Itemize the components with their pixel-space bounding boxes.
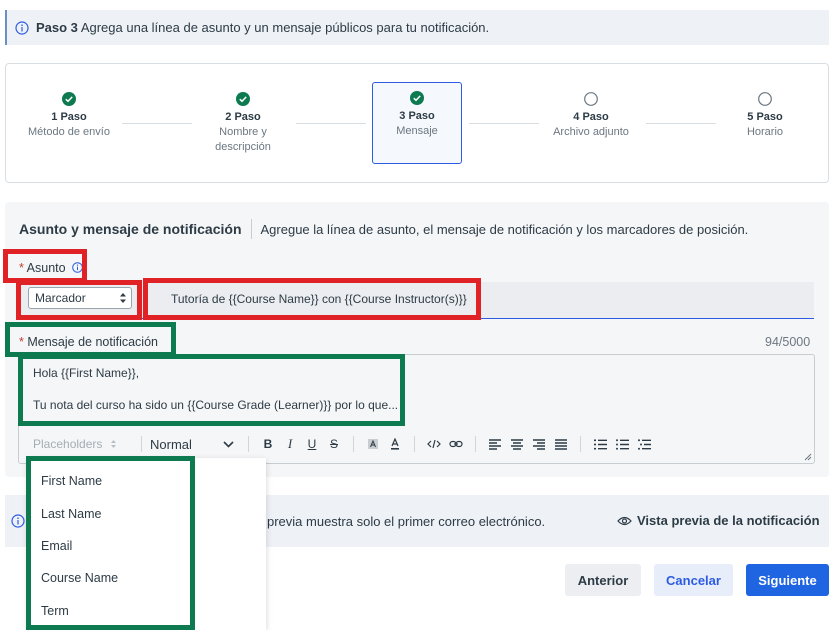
step-2[interactable]: 2 Paso Nombre y descripción — [198, 84, 288, 155]
step-5[interactable]: 5 Paso Horario — [720, 84, 810, 140]
italic-button[interactable]: I — [279, 434, 301, 454]
select-arrows-icon — [111, 440, 117, 448]
preview-notification-link[interactable]: Vista previa de la notificación — [617, 513, 820, 528]
ordered-list-icon — [593, 439, 607, 449]
dropdown-item-course-name[interactable]: Course Name — [41, 571, 118, 585]
eye-icon — [617, 516, 632, 525]
code-icon — [427, 439, 441, 449]
step-number: 1 Paso — [51, 111, 87, 123]
section-title: Asunto y mensaje de notificación — [19, 221, 242, 237]
format-select[interactable]: Normal — [150, 437, 240, 452]
align-right-icon — [533, 438, 545, 450]
info-icon — [15, 20, 29, 35]
message-editor[interactable]: Hola {{First Name}}, Tu nota del curso h… — [18, 354, 815, 464]
align-left-icon — [489, 438, 501, 450]
dropdown-item-term[interactable]: Term — [41, 604, 69, 618]
section-description: Agregue la línea de asunto, el mensaje d… — [260, 221, 749, 237]
cancel-button[interactable]: Cancelar — [654, 564, 733, 596]
section-header: Asunto y mensaje de notificación Agregue… — [19, 219, 748, 239]
message-line: Hola {{First Name}}, — [33, 366, 140, 380]
list-indent-icon — [637, 438, 651, 450]
dropdown-item-email[interactable]: Email — [41, 539, 72, 553]
step-connector — [646, 123, 716, 124]
toolbar-divider — [353, 436, 354, 452]
check-circle-icon — [410, 91, 424, 105]
step-connector — [122, 123, 192, 124]
marker-select[interactable]: Marcador — [28, 287, 132, 309]
step-connector — [296, 123, 366, 124]
indent-list-button[interactable] — [633, 434, 655, 454]
divider — [250, 219, 252, 239]
step-label: Nombre y descripción — [215, 126, 271, 153]
step-connector — [469, 123, 539, 124]
info-icon — [11, 514, 25, 528]
editor-toolbar: Placeholders Normal B I U S — [33, 433, 655, 455]
dropdown-item-last-name[interactable]: Last Name — [41, 507, 101, 521]
subject-input[interactable]: Tutoría de {{Course Name}} con {{Course … — [163, 286, 478, 312]
message-line: Tu nota del curso ha sido un {{Course Gr… — [33, 398, 399, 412]
placeholder-dropdown: First Name Last Name Email Course Name T… — [28, 458, 266, 630]
step-1[interactable]: 1 Paso Método de envío — [24, 84, 114, 140]
select-arrows-icon — [120, 293, 126, 303]
align-right-button[interactable] — [528, 434, 550, 454]
empty-circle-icon — [758, 92, 772, 106]
check-circle-icon — [236, 92, 250, 106]
message-label: * Mensaje de notificación — [19, 335, 158, 349]
step-3[interactable]: 3 Paso Mensaje — [372, 82, 462, 164]
background-color-button[interactable] — [362, 434, 384, 454]
previous-button[interactable]: Anterior — [565, 564, 641, 596]
stepper: 1 Paso Método de envío 2 Paso Nombre y d… — [5, 63, 829, 183]
toolbar-divider — [248, 436, 249, 452]
info-icon[interactable] — [72, 262, 83, 273]
toolbar-divider — [475, 436, 476, 452]
dropdown-item-first-name[interactable]: First Name — [41, 474, 102, 488]
toolbar-divider — [414, 436, 415, 452]
ordered-list-button[interactable] — [589, 434, 611, 454]
step-number: 5 Paso — [747, 111, 783, 123]
align-left-button[interactable] — [484, 434, 506, 454]
next-button[interactable]: Siguiente — [746, 564, 829, 596]
strikethrough-button[interactable]: S — [323, 434, 345, 454]
step-label: Método de envío — [28, 126, 110, 138]
subject-label: * Asunto — [19, 261, 83, 275]
preview-info-text: previa muestra solo el primer correo ele… — [267, 514, 546, 529]
toolbar-divider — [141, 436, 142, 452]
bullet-list-icon — [615, 438, 629, 450]
highlight-color-icon — [368, 439, 378, 449]
text-color-button[interactable] — [384, 434, 406, 454]
toolbar-divider — [580, 436, 581, 452]
message-text[interactable]: Hola {{First Name}}, Tu nota del curso h… — [33, 365, 398, 413]
step-label: Archivo adjunto — [553, 126, 629, 138]
placeholders-select[interactable]: Placeholders — [33, 437, 133, 451]
align-center-button[interactable] — [506, 434, 528, 454]
step-number: 2 Paso — [225, 111, 261, 123]
step-label: Horario — [746, 126, 784, 138]
bold-button[interactable]: B — [257, 434, 279, 454]
align-justify-icon — [555, 438, 567, 450]
text-color-icon — [391, 438, 399, 450]
code-button[interactable] — [423, 434, 445, 454]
underline-button[interactable]: U — [301, 434, 323, 454]
link-icon — [449, 440, 463, 448]
character-counter: 94/5000 — [765, 335, 811, 349]
step-info-text: Paso 3 Agrega una línea de asunto y un m… — [36, 20, 490, 35]
step-label: Mensaje — [396, 125, 438, 137]
align-center-icon — [511, 438, 523, 450]
empty-circle-icon — [584, 92, 598, 106]
bullet-list-button[interactable] — [611, 434, 633, 454]
resize-handle-icon[interactable] — [803, 452, 812, 461]
link-button[interactable] — [445, 434, 467, 454]
subject-row: Marcador Tutoría de {{Course Name}} con … — [18, 282, 814, 319]
step-info-banner: Paso 3 Agrega una línea de asunto y un m… — [5, 10, 829, 45]
step-number: 3 Paso — [399, 110, 435, 122]
step-number: 4 Paso — [573, 111, 609, 123]
align-justify-button[interactable] — [550, 434, 572, 454]
check-circle-icon — [62, 92, 76, 106]
chevron-down-icon — [223, 440, 234, 448]
step-4[interactable]: 4 Paso Archivo adjunto — [546, 84, 636, 140]
